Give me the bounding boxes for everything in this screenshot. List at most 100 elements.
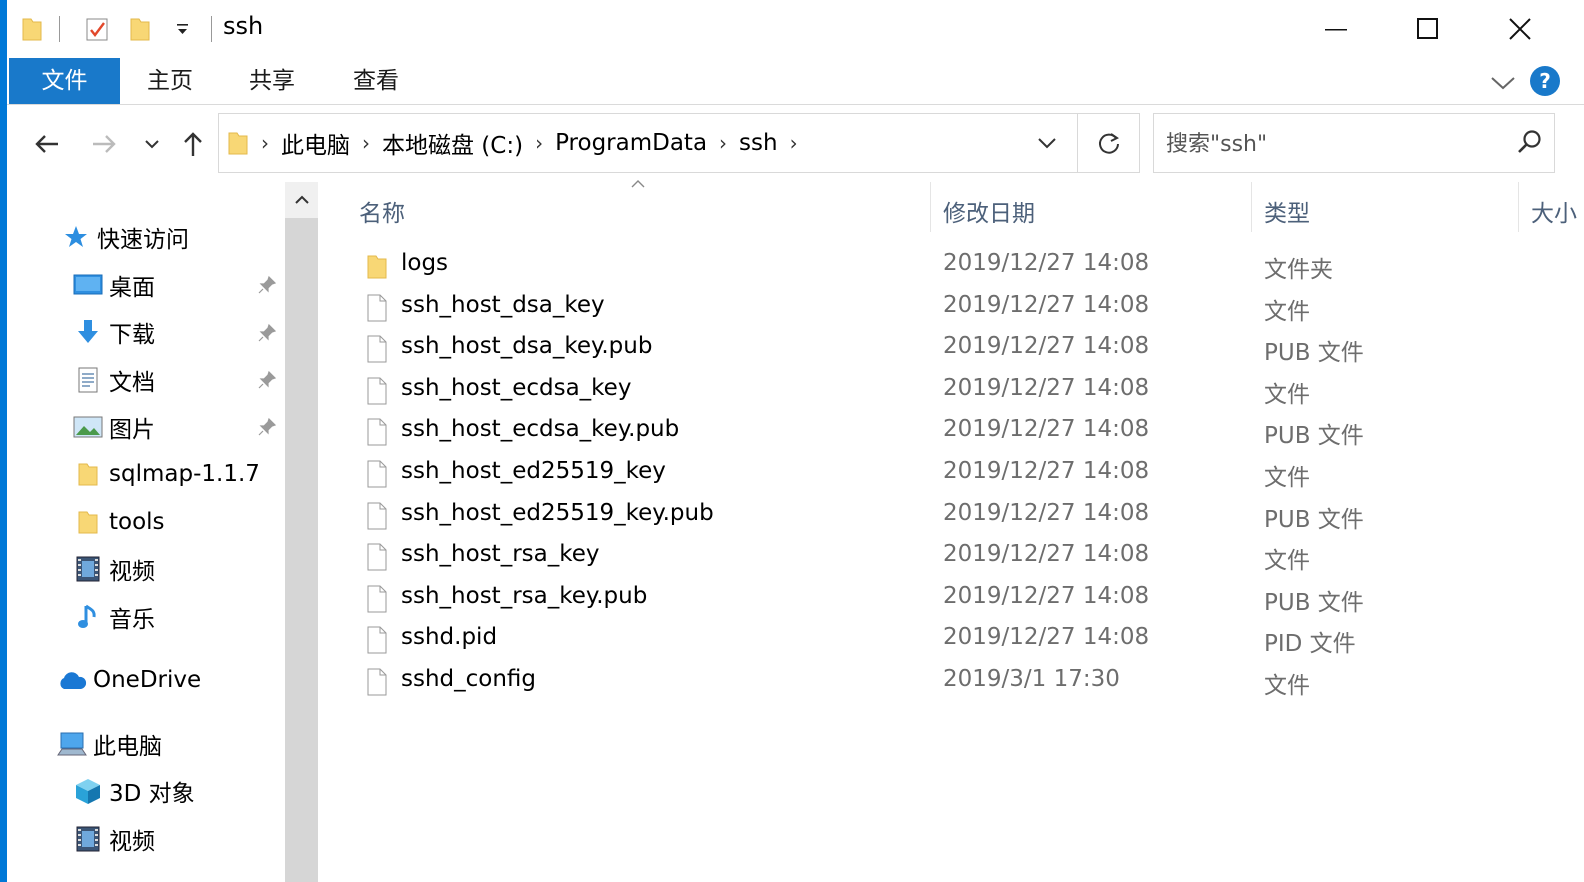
file-type: PUB 文件 [1264, 423, 1364, 450]
search-input[interactable] [1154, 114, 1508, 174]
computer-icon [57, 729, 87, 759]
up-button[interactable] [173, 118, 213, 170]
address-bar[interactable]: › 此电脑 › 本地磁盘 (C:) › ProgramData › ssh › [218, 113, 1140, 173]
window-accent-border [0, 0, 7, 882]
help-button[interactable]: ? [1530, 66, 1560, 96]
nav-onedrive[interactable]: OneDrive [57, 660, 201, 700]
nav-label: 桌面 [109, 275, 155, 301]
nav-item-documents[interactable]: 文档 [73, 360, 155, 400]
column-header-date[interactable]: 修改日期 [943, 194, 1035, 228]
minimize-button[interactable] [1290, 0, 1382, 58]
file-icon [366, 543, 388, 571]
customize-quick-access-icon[interactable] [175, 14, 191, 44]
tab-file[interactable]: 文件 [9, 58, 120, 104]
sort-ascending-icon [631, 180, 645, 188]
tab-home[interactable]: 主页 [133, 58, 207, 104]
scroll-up-button[interactable] [285, 182, 318, 218]
pin-icon[interactable] [257, 275, 277, 295]
chevron-right-icon[interactable]: › [790, 131, 798, 155]
file-icon [366, 626, 388, 654]
column-header-name[interactable]: 名称 [359, 194, 405, 228]
breadcrumb-ssh[interactable]: ssh [739, 130, 778, 156]
file-icon [366, 294, 388, 322]
nav-label: 文档 [109, 370, 155, 396]
nav-item-music[interactable]: 音乐 [73, 597, 155, 637]
file-row[interactable]: ssh_host_dsa_key 2019/12/27 14:08 文件 [318, 288, 1584, 329]
file-icon [366, 585, 388, 613]
nav-item-pictures[interactable]: 图片 [73, 407, 155, 447]
folder-icon[interactable] [21, 14, 43, 44]
column-divider[interactable] [930, 182, 931, 232]
nav-scrollbar[interactable] [285, 182, 318, 882]
new-folder-icon[interactable] [129, 14, 151, 44]
forward-button[interactable] [84, 118, 124, 170]
folder-icon [73, 507, 103, 537]
file-row[interactable]: ssh_host_rsa_key 2019/12/27 14:08 文件 [318, 537, 1584, 578]
tab-view[interactable]: 查看 [339, 58, 413, 104]
search-icon[interactable] [1516, 128, 1546, 158]
nav-item-sqlmap[interactable]: sqlmap-1.1.7 [73, 454, 260, 494]
pin-icon[interactable] [257, 323, 277, 343]
expand-ribbon-button[interactable] [1488, 70, 1518, 94]
nav-label: sqlmap-1.1.7 [109, 461, 260, 487]
close-button[interactable] [1474, 0, 1566, 58]
file-row[interactable]: sshd_config 2019/3/1 17:30 文件 [318, 662, 1584, 703]
file-row[interactable]: ssh_host_ed25519_key 2019/12/27 14:08 文件 [318, 454, 1584, 495]
chevron-up-icon [294, 195, 309, 204]
breadcrumb-programdata[interactable]: ProgramData [555, 130, 707, 156]
refresh-button[interactable] [1077, 114, 1139, 172]
nav-quick-access[interactable]: 快速访问 [61, 217, 189, 257]
file-date: 2019/12/27 14:08 [943, 582, 1150, 609]
file-row[interactable]: ssh_host_ecdsa_key.pub 2019/12/27 14:08 PU… [318, 412, 1584, 453]
nav-label: 视频 [109, 829, 155, 855]
file-type: 文件 [1264, 548, 1310, 575]
ribbon-tabs: 文件 主页 共享 查看 ? [7, 58, 1584, 105]
file-name: ssh_host_rsa_key [401, 541, 600, 568]
file-row[interactable]: ssh_host_dsa_key.pub 2019/12/27 14:08 PUB … [318, 329, 1584, 370]
file-type: 文件夹 [1264, 257, 1333, 283]
chevron-right-icon[interactable]: › [261, 131, 269, 155]
address-history-button[interactable] [1017, 114, 1077, 172]
nav-label: 3D 对象 [109, 781, 195, 807]
video-icon [73, 824, 103, 854]
file-type: PUB 文件 [1264, 589, 1364, 616]
file-row[interactable]: logs 2019/12/27 14:08 文件夹 [318, 246, 1584, 287]
file-row[interactable]: ssh_host_ed25519_key.pub 2019/12/27 14:08… [318, 496, 1584, 537]
column-divider[interactable] [1251, 182, 1252, 232]
recent-locations-button[interactable] [134, 118, 170, 170]
chevron-down-icon [1491, 77, 1515, 90]
back-button[interactable] [27, 118, 67, 170]
column-header-type[interactable]: 类型 [1264, 194, 1310, 228]
file-row[interactable]: ssh_host_ecdsa_key 2019/12/27 14:08 文件 [318, 371, 1584, 412]
tab-share[interactable]: 共享 [235, 58, 309, 104]
pin-icon[interactable] [257, 417, 277, 437]
file-name: ssh_host_ed25519_key [401, 458, 666, 484]
nav-item-3d-objects[interactable]: 3D 对象 [73, 771, 195, 811]
maximize-button[interactable] [1382, 0, 1474, 58]
chevron-right-icon[interactable]: › [362, 131, 370, 155]
nav-item-desktop[interactable]: 桌面 [73, 265, 155, 305]
title-bar: ssh [7, 0, 1584, 58]
nav-item-videos[interactable]: 视频 [73, 819, 155, 859]
chevron-right-icon[interactable]: › [535, 131, 543, 155]
nav-item-downloads[interactable]: 下载 [73, 312, 155, 352]
column-header-size[interactable]: 大小 [1531, 194, 1577, 228]
file-date: 2019/12/27 14:08 [943, 499, 1150, 526]
breadcrumb-local-disk[interactable]: 本地磁盘 (C:) [382, 126, 523, 160]
pin-icon[interactable] [257, 370, 277, 390]
file-name: ssh_host_rsa_key.pub [401, 582, 648, 609]
nav-label: 快速访问 [97, 227, 189, 253]
file-row[interactable]: ssh_host_rsa_key.pub 2019/12/27 14:08 PUB … [318, 579, 1584, 620]
chevron-right-icon[interactable]: › [719, 131, 727, 155]
file-row[interactable]: sshd.pid 2019/12/27 14:08 PID 文件 [318, 620, 1584, 661]
file-date: 2019/12/27 14:08 [943, 416, 1150, 443]
nav-this-pc[interactable]: 此电脑 [57, 724, 162, 764]
breadcrumb-this-pc[interactable]: 此电脑 [281, 126, 350, 160]
column-divider[interactable] [1518, 182, 1519, 232]
nav-item-videos[interactable]: 视频 [73, 549, 155, 589]
search-box[interactable] [1153, 113, 1555, 174]
star-icon [61, 222, 91, 252]
file-type: 文件 [1264, 673, 1310, 699]
nav-item-tools[interactable]: tools [73, 502, 165, 542]
properties-icon[interactable] [85, 14, 109, 44]
